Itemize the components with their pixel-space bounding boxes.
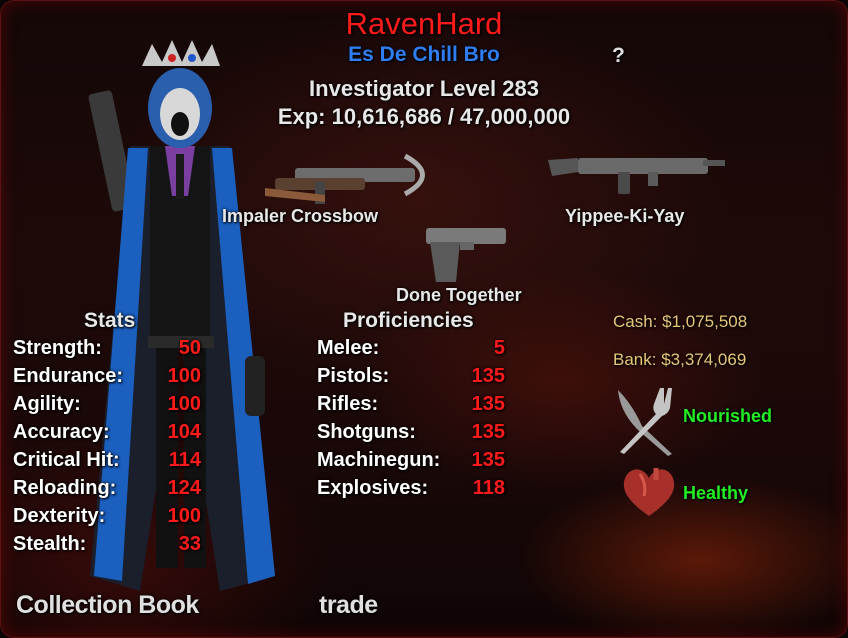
heart-icon xyxy=(623,468,675,516)
proficiency-value: 135 xyxy=(471,421,505,443)
character-profile-panel: RavenHard Es De Chill Bro ? Investigator… xyxy=(0,0,848,638)
secondary-weapon-name[interactable]: Yippee-Ki-Yay xyxy=(565,206,684,227)
proficiency-label: Shotguns: xyxy=(317,421,416,443)
sidearm-weapon-name[interactable]: Done Together xyxy=(396,285,522,306)
proficiency-label: Melee: xyxy=(317,337,380,359)
proficiency-label: Pistols: xyxy=(317,365,390,387)
health-status: Healthy xyxy=(683,483,749,503)
stat-value: 50 xyxy=(178,337,201,359)
crossbow-icon[interactable] xyxy=(265,150,445,210)
proficiency-value: 5 xyxy=(493,337,505,359)
proficiency-value: 135 xyxy=(471,393,505,415)
proficiency-label: Explosives: xyxy=(317,477,429,499)
proficiency-value: 135 xyxy=(471,449,505,471)
stat-label: Dexterity: xyxy=(13,505,106,527)
trade-link[interactable]: trade xyxy=(319,591,378,620)
smg-icon[interactable] xyxy=(548,146,728,196)
stats-header: Stats xyxy=(84,309,136,332)
collection-book-link[interactable]: Collection Book xyxy=(16,591,199,620)
character-name: RavenHard xyxy=(345,6,503,41)
cash-amount: Cash: $1,075,508 xyxy=(613,312,748,331)
stat-value: 100 xyxy=(167,505,201,527)
stat-value: 100 xyxy=(167,365,201,387)
proficiency-value: 118 xyxy=(472,477,505,499)
level-text: Investigator Level 283 xyxy=(309,76,539,101)
stat-label: Endurance: xyxy=(13,365,124,387)
help-button[interactable]: ? xyxy=(612,44,625,68)
fork-knife-icon xyxy=(618,388,672,456)
proficiencies-header: Proficiencies xyxy=(343,309,474,332)
proficiency-label: Rifles: xyxy=(317,393,379,415)
stat-value: 100 xyxy=(167,393,201,415)
experience-text: Exp: 10,616,686 / 47,000,000 xyxy=(277,104,571,129)
stat-value: 104 xyxy=(167,421,201,443)
stat-value: 124 xyxy=(167,477,201,499)
bank-amount: Bank: $3,374,069 xyxy=(613,350,747,369)
stat-label: Critical Hit: xyxy=(13,449,120,471)
character-title: Es De Chill Bro xyxy=(348,43,500,66)
primary-weapon-name[interactable]: Impaler Crossbow xyxy=(222,206,378,227)
stat-value: 33 xyxy=(178,533,201,555)
stat-label: Agility: xyxy=(13,393,81,415)
hunger-status: Nourished xyxy=(683,406,773,426)
proficiency-value: 135 xyxy=(471,365,505,387)
stat-label: Strength: xyxy=(13,337,102,359)
proficiency-label: Machinegun: xyxy=(317,449,441,471)
stat-label: Accuracy: xyxy=(13,421,110,443)
stat-label: Stealth: xyxy=(13,533,87,555)
pistol-icon[interactable] xyxy=(420,222,512,286)
stat-label: Reloading: xyxy=(13,477,117,499)
stat-value: 114 xyxy=(168,449,201,471)
